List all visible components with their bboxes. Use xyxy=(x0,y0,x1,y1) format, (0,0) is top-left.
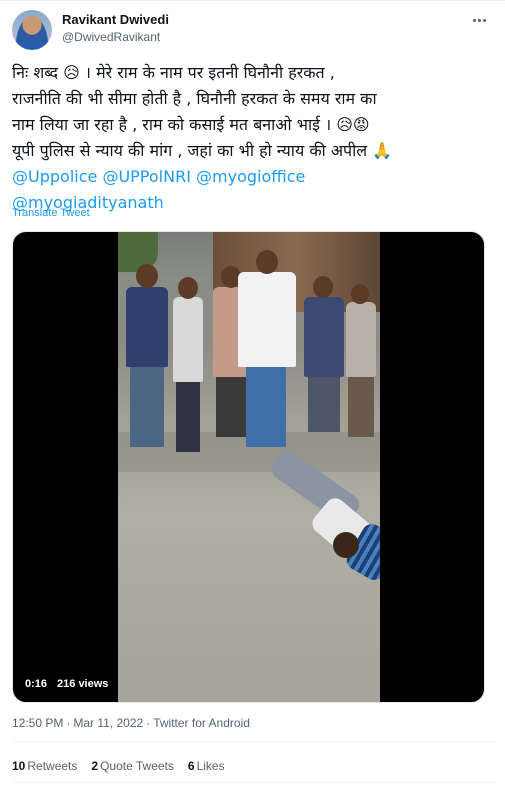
tweet-text-segment: यूपी पुलिस से न्याय की मांग , जहां का भी… xyxy=(12,141,373,160)
sad-face-emoji: 😥 xyxy=(63,63,80,82)
mentions-line-1: @Uppolice @UPPolNRI @myogioffice xyxy=(12,164,492,190)
mention-uppolnri[interactable]: @UPPolNRI xyxy=(102,167,190,186)
meta-divider xyxy=(12,741,496,742)
video-lying-person-head xyxy=(333,532,359,558)
video-person-head xyxy=(178,277,198,299)
video-person xyxy=(346,302,376,377)
mention-uppolice[interactable]: @Uppolice xyxy=(12,167,97,186)
video-person-head xyxy=(256,250,278,274)
likes-label: Likes xyxy=(196,759,225,773)
tweet-meta: 12:50 PM · Mar 11, 2022 · Twitter for Androi… xyxy=(12,716,250,730)
video-duration: 0:16 xyxy=(25,678,48,690)
folded-hands-emoji: 🙏 xyxy=(372,141,393,160)
video-person-legs xyxy=(176,382,200,452)
video-person-legs xyxy=(308,377,340,432)
video-views: 216 views xyxy=(57,678,109,690)
tweet-text-segment: राजनीति की भी सीमा होती है , घिनौनी हरकत… xyxy=(12,89,377,108)
tweet-text-segment: । मेरे राम के नाम पर इतनी घिनौनी हरकत , xyxy=(79,63,335,82)
video-person-legs xyxy=(130,367,164,447)
tweet-header: Ravikant Dwivedi @DwivedRavikant xyxy=(12,10,496,54)
stats-divider xyxy=(12,782,496,783)
tweet-time[interactable]: 12:50 PM xyxy=(12,716,63,730)
video-person xyxy=(126,287,168,367)
tweet-text-segment: नाम लिया जा रहा है , राम को कसाई मत बनाओ… xyxy=(12,115,337,134)
likes-stat[interactable]: 6 Likes xyxy=(188,759,225,773)
mention-myogioffice[interactable]: @myogioffice xyxy=(196,167,305,186)
retweets-label: Retweets xyxy=(27,759,78,773)
sad-angry-emoji: 😥😡 xyxy=(336,115,370,134)
tweet-text-line-4: यूपी पुलिस से न्याय की मांग , जहां का भी… xyxy=(12,138,492,164)
likes-count: 6 xyxy=(187,759,195,773)
more-options-icon[interactable] xyxy=(468,12,490,28)
video-person xyxy=(304,297,344,377)
video-person xyxy=(173,297,203,382)
tweet-date[interactable]: Mar 11, 2022 xyxy=(73,716,143,730)
retweets-count: 10 xyxy=(12,759,26,773)
tweet-source[interactable]: Twitter for Android xyxy=(153,716,250,730)
quote-tweets-label: Quote Tweets xyxy=(100,759,174,773)
video-person xyxy=(238,272,296,367)
meta-separator: · xyxy=(146,716,151,730)
video-frame xyxy=(118,232,380,702)
tweet-text: निः शब्द 😥 । मेरे राम के नाम पर इतनी घिन… xyxy=(12,60,492,216)
author-name[interactable]: Ravikant Dwivedi xyxy=(62,12,169,27)
meta-separator: · xyxy=(66,716,71,730)
video-person-head xyxy=(313,276,333,298)
video-person-head xyxy=(351,284,369,304)
tweet-text-line-2: राजनीति की भी सीमा होती है , घिनौनी हरकत… xyxy=(12,86,492,112)
video-person-legs xyxy=(246,367,286,447)
quote-tweets-stat[interactable]: 2 Quote Tweets xyxy=(91,759,174,773)
author-handle[interactable]: @DwivedRavikant xyxy=(62,30,160,44)
top-divider xyxy=(0,0,505,1)
tweet-stats: 10 Retweets 2 Quote Tweets 6 Likes xyxy=(12,759,225,773)
translate-tweet-link[interactable]: Translate Tweet xyxy=(12,207,90,219)
quote-tweets-count: 2 xyxy=(91,759,99,773)
retweets-stat[interactable]: 10 Retweets xyxy=(12,759,77,773)
video-person-head xyxy=(136,264,158,288)
video-person-legs xyxy=(216,377,246,437)
tweet-text-line-3: नाम लिया जा रहा है , राम को कसाई मत बनाओ… xyxy=(12,112,492,138)
video-person-legs xyxy=(348,377,374,437)
video-player[interactable]: 0:16 216 views xyxy=(12,231,485,703)
tweet-text-segment: निः शब्द xyxy=(12,63,64,82)
tweet-text-line-1: निः शब्द 😥 । मेरे राम के नाम पर इतनी घिन… xyxy=(12,60,492,86)
author-avatar[interactable] xyxy=(12,10,52,50)
video-overlay: 0:16 216 views xyxy=(25,678,108,690)
